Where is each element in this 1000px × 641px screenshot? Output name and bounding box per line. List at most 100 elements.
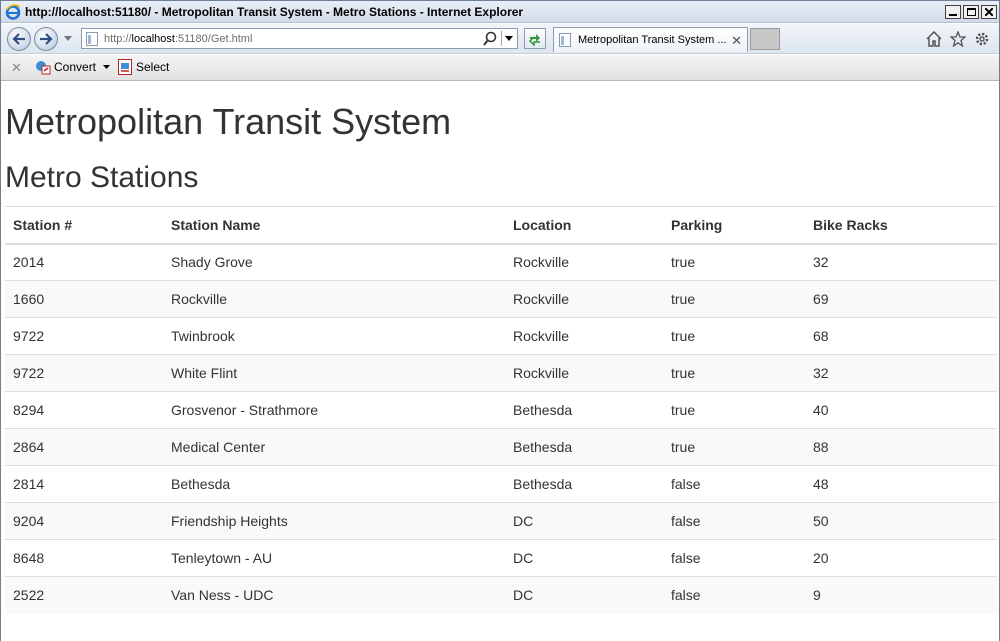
window-title: http://localhost:51180/ - Metropolitan T… [25,5,524,19]
close-window-button[interactable] [981,5,997,19]
location-cell: Rockville [505,280,663,318]
column-header-parking: Parking [663,206,805,245]
parking-cell: true [663,280,805,318]
station-number-cell: 8294 [5,391,163,429]
location-cell: DC [505,539,663,577]
station-name-cell: Tenleytown - AU [163,539,505,577]
table-row: 9722 White Flint Rockville true 32 [5,354,997,392]
tab-metro-stations[interactable]: Metropolitan Transit System ... ✕ [553,27,748,52]
location-cell: Rockville [505,317,663,355]
parking-cell: false [663,465,805,503]
location-cell: Bethesda [505,391,663,429]
navigation-bar: http://localhost:51180/Get.html Metropol… [1,24,999,54]
station-number-cell: 2814 [5,465,163,503]
close-toolbar-icon[interactable]: ✕ [11,60,22,76]
minimize-icon [949,14,957,16]
star-icon [950,31,966,47]
maximize-icon [966,8,976,16]
station-name-cell: Friendship Heights [163,502,505,540]
minimize-button[interactable] [945,5,961,19]
window-controls [945,5,997,19]
parking-cell: false [663,502,805,540]
location-cell: Rockville [505,243,663,281]
bike-racks-cell: 40 [805,391,997,429]
station-number-cell: 2014 [5,243,163,281]
station-name-cell: Twinbrook [163,317,505,355]
select-icon [118,59,132,75]
table-row: 8648 Tenleytown - AU DC false 20 [5,539,997,577]
table-header-row: Station # Station Name Location Parking … [5,206,997,245]
location-cell: Bethesda [505,465,663,503]
column-header-station-name: Station Name [163,206,505,245]
gear-icon [975,32,989,46]
bike-racks-cell: 88 [805,428,997,466]
station-number-cell: 9204 [5,502,163,540]
maximize-button[interactable] [963,5,979,19]
browser-window: http://localhost:51180/ - Metropolitan T… [0,0,1000,641]
station-number-cell: 9722 [5,317,163,355]
close-icon [985,8,993,16]
page-icon [559,33,571,47]
parking-cell: true [663,354,805,392]
section-title: Metro Stations [5,161,199,194]
back-button[interactable] [7,27,31,51]
page-icon [86,32,98,46]
convert-button[interactable]: Convert [35,59,96,75]
column-header-location: Location [505,206,663,245]
bike-racks-cell: 20 [805,539,997,577]
ie-logo-icon [5,4,21,20]
bike-racks-cell: 32 [805,243,997,281]
station-number-cell: 9722 [5,354,163,392]
page-title: Metropolitan Transit System [5,101,452,142]
convert-dropdown-icon[interactable] [103,65,110,69]
parking-cell: true [663,428,805,466]
back-arrow-icon [12,33,25,45]
bike-racks-cell: 68 [805,317,997,355]
tab-label: Metropolitan Transit System ... [578,34,727,46]
browser-toolbar-icons [925,30,991,48]
bike-racks-cell: 9 [805,576,997,614]
convert-icon [36,61,51,75]
favorites-button[interactable] [949,30,967,48]
table-row: 1660 Rockville Rockville true 69 [5,280,997,318]
search-icon[interactable] [483,31,497,46]
station-name-cell: Medical Center [163,428,505,466]
location-cell: DC [505,576,663,614]
home-icon [926,31,942,47]
table-row: 8294 Grosvenor - Strathmore Bethesda tru… [5,391,997,429]
parking-cell: false [663,539,805,577]
stations-table: Station # Station Name Location Parking … [5,206,997,614]
select-button[interactable]: Select [118,59,169,75]
parking-cell: true [663,317,805,355]
table-row: 9204 Friendship Heights DC false 50 [5,502,997,540]
location-cell: Rockville [505,354,663,392]
table-row: 2014 Shady Grove Rockville true 32 [5,243,997,281]
station-name-cell: Shady Grove [163,243,505,281]
tab-close-icon[interactable]: ✕ [731,33,742,49]
new-tab-button[interactable] [750,28,780,50]
station-name-cell: White Flint [163,354,505,392]
table-body: 2014 Shady Grove Rockville true 32 1660 … [5,243,997,614]
refresh-button[interactable] [524,28,546,49]
refresh-icon [528,33,540,46]
tools-button[interactable] [973,30,991,48]
chevron-down-icon [504,36,513,41]
history-dropdown-icon[interactable] [64,36,72,41]
url-text[interactable]: http://localhost:51180/Get.html [104,33,252,45]
station-number-cell: 2864 [5,428,163,466]
address-dropdown-button[interactable] [501,31,515,46]
address-bar[interactable]: http://localhost:51180/Get.html [81,28,518,49]
parking-cell: true [663,243,805,281]
column-header-bike-racks: Bike Racks [805,206,997,245]
table-row: 2814 Bethesda Bethesda false 48 [5,465,997,503]
station-name-cell: Bethesda [163,465,505,503]
forward-button[interactable] [34,27,58,51]
table-row: 9722 Twinbrook Rockville true 68 [5,317,997,355]
station-number-cell: 8648 [5,539,163,577]
select-label: Select [136,60,170,74]
home-button[interactable] [925,30,943,48]
page-content: Metropolitan Transit System Metro Statio… [1,82,999,641]
station-name-cell: Van Ness - UDC [163,576,505,614]
station-number-cell: 1660 [5,280,163,318]
command-bar: ✕ Convert Select [1,55,999,81]
